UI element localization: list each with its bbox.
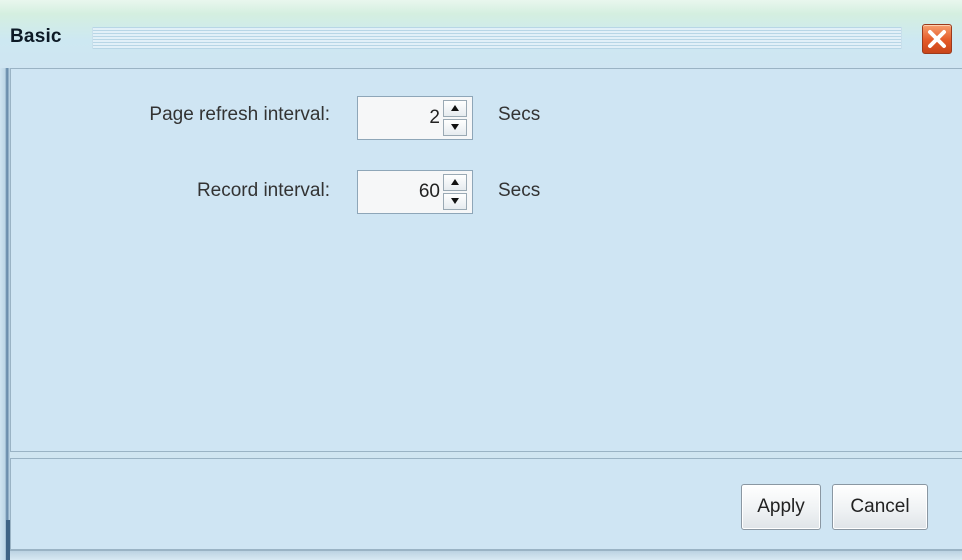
cancel-button[interactable]: Cancel [832, 484, 928, 530]
page-refresh-interval-spinner[interactable]: 2 [357, 96, 473, 140]
page-refresh-unit-label: Secs [498, 104, 541, 125]
page-refresh-interval-label: Page refresh interval: [149, 104, 330, 125]
arrow-up-icon [451, 105, 459, 111]
basic-settings-window: Basic Page refresh interval: 2 Secs Reco… [0, 0, 962, 560]
arrow-down-icon [451, 198, 459, 204]
record-interval-increment-button[interactable] [443, 174, 467, 191]
page-refresh-increment-button[interactable] [443, 100, 467, 117]
close-icon [928, 30, 946, 48]
arrow-down-icon [451, 124, 459, 130]
record-interval-label: Record interval: [196, 180, 330, 201]
window-left-border [0, 68, 10, 560]
record-interval-unit-label: Secs [498, 180, 541, 201]
spinner-buttons [443, 174, 467, 210]
page-refresh-decrement-button[interactable] [443, 119, 467, 136]
close-button[interactable] [922, 24, 952, 54]
title-bar-grip [92, 27, 902, 49]
page-refresh-interval-value[interactable]: 2 [362, 107, 440, 129]
record-interval-value[interactable]: 60 [362, 181, 440, 203]
window-title: Basic [10, 26, 62, 47]
arrow-up-icon [451, 179, 459, 185]
window-bottom-border [10, 550, 962, 560]
apply-button[interactable]: Apply [741, 484, 821, 530]
title-bar[interactable]: Basic [0, 0, 962, 68]
spinner-buttons [443, 100, 467, 136]
record-interval-spinner[interactable]: 60 [357, 170, 473, 214]
record-interval-decrement-button[interactable] [443, 193, 467, 210]
